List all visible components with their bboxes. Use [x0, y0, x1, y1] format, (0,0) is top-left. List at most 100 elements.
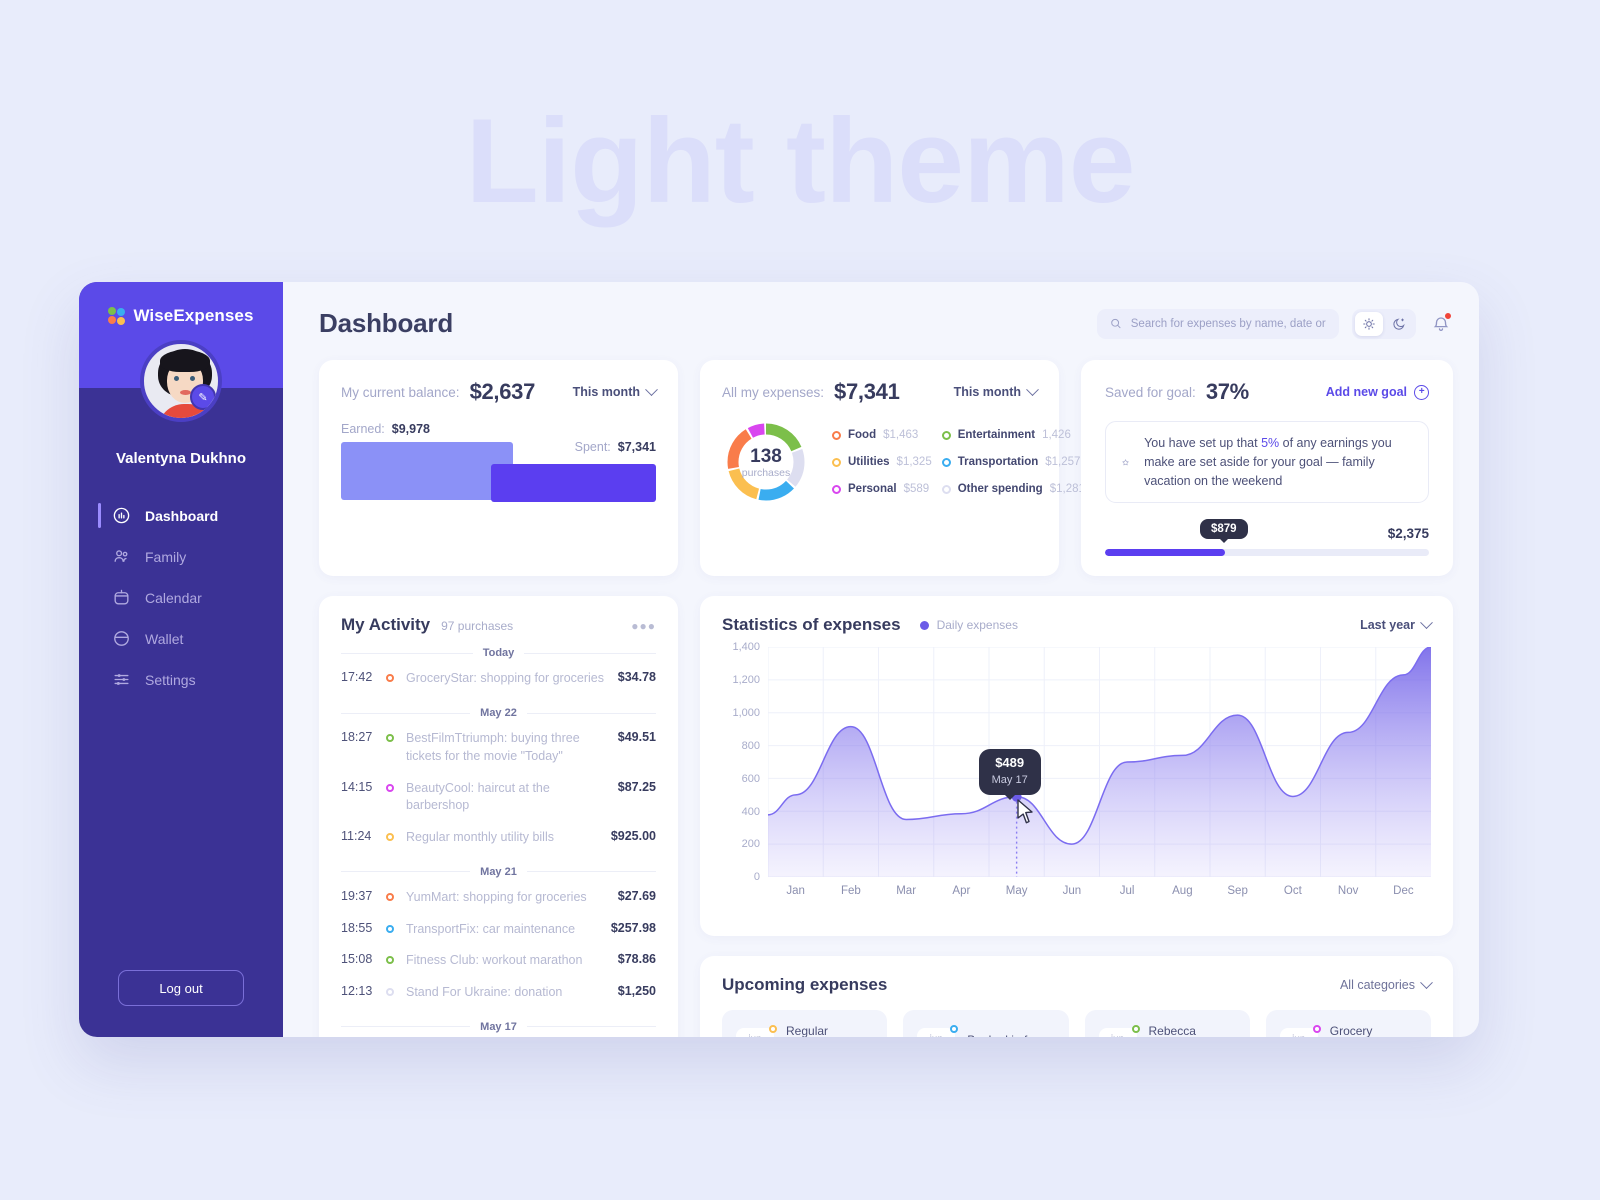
add-new-goal-button[interactable]: Add new goal + [1325, 384, 1429, 400]
activity-description: Regular monthly utility bills [406, 830, 554, 844]
sidebar-item-wallet[interactable]: Wallet [79, 618, 283, 659]
activity-time: 18:27 [341, 730, 373, 744]
avatar[interactable]: ✎ [140, 340, 222, 422]
activity-day-separator: May 21 [341, 866, 657, 878]
notifications-button[interactable] [1429, 311, 1453, 336]
legend-name: Food [848, 429, 877, 441]
upcoming-filter-dropdown[interactable]: All categories [1339, 976, 1433, 993]
upcoming-month: jun [1292, 1035, 1305, 1037]
earned-bar [341, 442, 513, 500]
goal-progress-labels: $879 $2,375 [1105, 517, 1429, 541]
legend-item[interactable]: Utilities $1,325 [832, 456, 932, 468]
theme-toggle[interactable] [1352, 308, 1416, 339]
sidebar-item-calendar[interactable]: Calendar [79, 577, 283, 618]
legend-item[interactable]: Transportation $1,257 [941, 456, 1085, 468]
activity-description: Fitness Club: workout marathon [406, 953, 583, 968]
activity-description: GroceryStar: shopping for groceries [406, 671, 605, 686]
dark-theme-button[interactable] [1385, 312, 1413, 336]
legend-item[interactable]: Entertainment 1,426 [941, 429, 1085, 441]
activity-amount: $87.25 [617, 779, 656, 794]
expenses-donut: 138 purchases [722, 418, 810, 506]
sidebar-item-dashboard[interactable]: Dashboard [79, 495, 283, 536]
upcoming-filter-label: All categories [1339, 978, 1415, 993]
y-tick-label: 400 [741, 805, 760, 818]
activity-row[interactable]: 14:15 BeautyCool: haircut at the barbersh… [341, 773, 656, 823]
expenses-period-dropdown[interactable]: This month [954, 382, 1039, 399]
activity-time: 11:24 [341, 829, 372, 843]
goal-note-pre: You have set up that [1144, 436, 1262, 450]
goal-saved-amount: $879 [1200, 519, 1248, 540]
upcoming-expense-card[interactable]: jun12 Grocery shopping for the week [1265, 1010, 1431, 1037]
edit-avatar-icon[interactable]: ✎ [190, 384, 216, 410]
activity-row[interactable]: 19:37 YumMart: shopping for groceries $27.… [341, 882, 656, 914]
spent-bar [491, 464, 656, 502]
legend-label: Daily expenses [936, 618, 1018, 633]
upcoming-title: Upcoming expenses [722, 975, 888, 995]
search-icon [1111, 318, 1121, 329]
search-input[interactable] [1130, 317, 1326, 330]
category-dot-icon [386, 734, 394, 742]
statistics-period-label: Last year [1360, 618, 1415, 633]
upcoming-expense-card[interactable]: jun17 Rebecca Anson's birthday party [1084, 1010, 1250, 1037]
statistics-title: Statistics of expenses [722, 615, 901, 635]
moon-icon [1393, 317, 1405, 330]
activity-card: My Activity 97 purchases ●●● Today 17:42 G… [319, 596, 678, 1037]
activity-day-separator: Today [341, 647, 657, 659]
upcoming-card: Upcoming expenses All categories jun25 Re… [700, 956, 1453, 1037]
watermark-title: Light theme [465, 94, 1136, 228]
legend-amount: $1,281 [1049, 483, 1085, 495]
add-new-goal-label: Add new goal [1325, 385, 1407, 399]
upcoming-date: jun12 [1279, 1025, 1321, 1037]
chevron-down-icon [1420, 976, 1433, 989]
upcoming-text: Regular monthly utility bills [786, 1024, 829, 1037]
legend-item[interactable]: Other spending $1,281 [941, 483, 1085, 495]
statistics-period-dropdown[interactable]: Last year [1360, 616, 1433, 633]
legend-name: Personal [848, 483, 897, 495]
activity-row[interactable]: 11:24 Regular monthly utility bills $925.0… [341, 822, 656, 854]
activity-row[interactable]: 18:55 TransportFix: car maintenance $257.9… [341, 914, 656, 946]
category-dot-icon [386, 892, 394, 901]
balance-value: $2,637 [469, 379, 536, 404]
activity-row[interactable]: 18:27 BestFilmTtriumph: buying three tick… [341, 723, 656, 773]
goal-total-amount: $2,375 [1387, 526, 1429, 542]
brand[interactable]: WiseExpenses [79, 306, 283, 326]
spent-row: Spent: $7,341 [575, 440, 656, 454]
activity-count: 97 purchases [441, 619, 514, 634]
chevron-down-icon [1420, 616, 1433, 629]
category-dot-icon [386, 833, 394, 841]
balance-card-head: My current balance: $2,637 This month [341, 379, 658, 405]
balance-period-label: This month [572, 385, 640, 399]
balance-period-dropdown[interactable]: This month [572, 382, 658, 399]
upcoming-expense-card[interactable]: jun21 Booked in for a haircut [903, 1010, 1069, 1037]
legend-name: Utilities [848, 456, 890, 468]
main-content: Dashboard Search for expenses by name, d… [283, 282, 1479, 1037]
upcoming-text: Grocery shopping for the week [1329, 1024, 1373, 1037]
activity-amount: $257.98 [610, 920, 656, 935]
logout-button[interactable]: Log out [118, 970, 244, 1006]
activity-day-label: May 17 [480, 1020, 517, 1033]
legend-item[interactable]: Personal $589 [832, 483, 932, 495]
upcoming-expense-card[interactable]: jun25 Regular monthly utility bills [722, 1010, 888, 1037]
light-theme-button[interactable] [1355, 311, 1383, 336]
activity-more-icon[interactable]: ●●● [631, 619, 656, 633]
legend-item[interactable]: Food $1,463 [832, 429, 932, 441]
legend-amount: 1,426 [1042, 429, 1071, 441]
goal-progress-fill [1105, 549, 1225, 557]
activity-amount: $1,250 [617, 984, 656, 998]
search-box[interactable] [1097, 308, 1339, 339]
activity-row[interactable]: 15:08 Fitness Club: workout marathon $78.8… [341, 945, 656, 977]
upcoming-date: jun25 [736, 1025, 777, 1037]
star-icon [1122, 459, 1129, 465]
activity-amount: $49.51 [617, 730, 656, 744]
goal-note-percent: 5% [1261, 436, 1280, 450]
x-tick-label: Jun [1062, 885, 1082, 898]
notification-badge [1444, 311, 1452, 320]
sidebar-item-family[interactable]: Family [79, 536, 283, 577]
sidebar-item-settings[interactable]: Settings [79, 659, 283, 700]
activity-row[interactable]: 17:42 GroceryStar: shopping for groceries… [341, 663, 656, 695]
chevron-down-icon [1026, 382, 1039, 396]
earned-label: Earned: [341, 422, 385, 436]
activity-amount: $925.00 [610, 829, 656, 843]
calendar-icon [114, 589, 129, 605]
activity-row[interactable]: 12:13 Stand For Ukraine: donation $1,250 [341, 977, 656, 1009]
